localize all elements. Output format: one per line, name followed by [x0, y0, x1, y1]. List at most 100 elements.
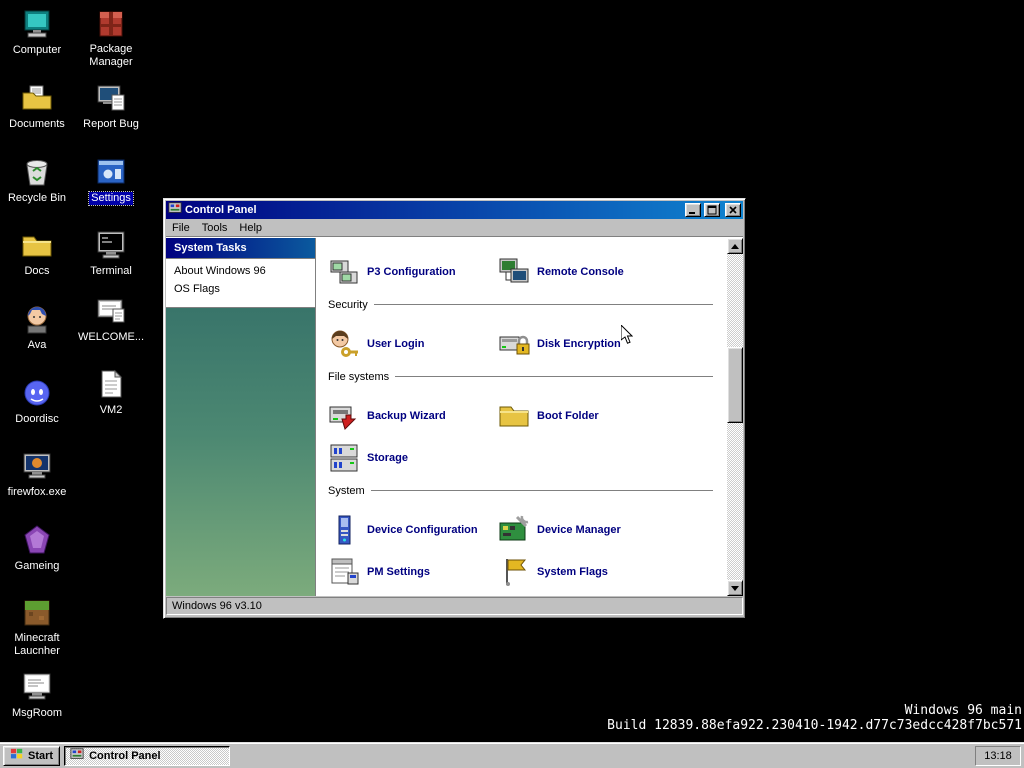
desktop-icon-terminal[interactable]: Terminal — [75, 229, 147, 279]
desktop-icon-recycle-bin[interactable]: Recycle Bin — [1, 156, 73, 206]
menu-help[interactable]: Help — [233, 221, 268, 235]
start-button[interactable]: Start — [3, 745, 61, 766]
cp-item-label: Disk Encryption — [537, 338, 621, 350]
welcome-document-icon — [95, 295, 127, 327]
cp-item-device-manager[interactable]: Device Manager — [498, 514, 621, 546]
window-title: Control Panel — [185, 204, 257, 216]
build-line1: Windows 96 main — [904, 703, 1022, 718]
start-label: Start — [28, 749, 54, 762]
vertical-scrollbar[interactable] — [727, 238, 743, 596]
system-tasks-sidebar: System Tasks About Windows 96 OS Flags — [166, 238, 316, 596]
desktop-icon-msgroom[interactable]: MsgRoom — [1, 671, 73, 721]
taskbar-task-control-panel[interactable]: Control Panel — [64, 745, 231, 766]
settings-icon — [95, 156, 127, 188]
desktop-icon-gameing[interactable]: Gameing — [1, 524, 73, 574]
computer-icon — [21, 8, 53, 40]
menu-file[interactable]: File — [166, 221, 196, 235]
cp-item-boot-folder[interactable]: Boot Folder — [498, 400, 599, 432]
desktop-icon-label: VM2 — [99, 404, 123, 416]
cp-item-user-login[interactable]: User Login — [328, 328, 424, 360]
cp-item-remote-console[interactable]: Remote Console — [498, 256, 624, 288]
control-panel-icon — [168, 201, 182, 220]
cp-item-label: Backup Wizard — [367, 410, 446, 422]
close-button[interactable] — [725, 203, 741, 217]
cp-item-device-configuration[interactable]: Device Configuration — [328, 514, 478, 546]
desktop-icon-settings[interactable]: Settings — [75, 156, 147, 207]
desktop-icon-report-bug[interactable]: Report Bug — [75, 82, 147, 132]
desktop-icon-label: firewfox.exe — [7, 486, 67, 498]
pm-settings-icon — [328, 556, 360, 588]
gameing-icon — [21, 524, 53, 556]
cp-item-label: System Flags — [537, 566, 608, 578]
device-configuration-icon — [328, 514, 360, 546]
recycle-bin-icon — [21, 156, 53, 188]
desktop-icon-label: Package Manager — [89, 43, 133, 69]
maximize-button[interactable] — [704, 203, 720, 217]
disk-encryption-icon — [498, 328, 530, 360]
down-arrow-icon — [731, 585, 739, 591]
firewfox-icon — [21, 450, 53, 482]
control-panel-window: Control Panel File Tools Help System Tas… — [163, 198, 746, 619]
report-bug-icon — [95, 82, 127, 114]
desktop-icon-label: WELCOME... — [78, 331, 145, 343]
desktop-icon-minecraft-launcher[interactable]: Minecraft Laucnher — [1, 597, 73, 659]
desktop-icon-package-manager[interactable]: Package Manager — [75, 8, 147, 70]
cp-item-backup-wizard[interactable]: Backup Wizard — [328, 400, 446, 432]
desktop-icon-label: Doordisc — [15, 413, 59, 425]
cp-item-pm-settings[interactable]: PM Settings — [328, 556, 430, 588]
desktop-icon-label: Ava — [27, 339, 47, 351]
desktop-icon-vm2[interactable]: VM2 — [75, 368, 147, 418]
backup-wizard-icon — [328, 400, 360, 432]
cp-item-system-flags[interactable]: System Flags — [498, 556, 608, 588]
cp-item-label: Device Manager — [537, 524, 621, 536]
build-line2: Build 12839.88efa922.230410-1942.d77c73e… — [607, 718, 1022, 733]
package-manager-icon — [95, 8, 127, 40]
windows-logo-icon — [10, 748, 24, 764]
cp-item-p3-configuration[interactable]: P3 Configuration — [328, 256, 456, 288]
desktop-icon-label: Recycle Bin — [7, 192, 67, 204]
control-panel-items: P3 Configuration Remote Console Security… — [316, 238, 727, 596]
cp-item-disk-encryption[interactable]: Disk Encryption — [498, 328, 621, 360]
window-titlebar[interactable]: Control Panel — [166, 201, 743, 219]
sidebar-link-os-flags[interactable]: OS Flags — [166, 280, 315, 298]
desktop-icon-docs[interactable]: Docs — [1, 229, 73, 279]
desktop-icon-welcome[interactable]: WELCOME... — [75, 295, 147, 345]
cp-item-label: Device Configuration — [367, 524, 478, 536]
sidebar-link-about-windows-96[interactable]: About Windows 96 — [166, 262, 315, 280]
desktop-icon-computer[interactable]: Computer — [1, 8, 73, 58]
device-manager-icon — [498, 514, 530, 546]
desktop-icon-label: Computer — [12, 44, 62, 56]
scroll-down-button[interactable] — [727, 580, 743, 596]
desktop-icon-documents[interactable]: Documents — [1, 82, 73, 132]
desktop-icon-label: MsgRoom — [11, 707, 63, 719]
section-divider — [370, 490, 713, 492]
control-panel-icon — [70, 747, 84, 764]
section-divider — [395, 376, 713, 378]
user-login-icon — [328, 328, 360, 360]
taskbar-clock[interactable]: 13:18 — [975, 746, 1021, 766]
menu-tools[interactable]: Tools — [196, 221, 234, 235]
desktop-icon-label: Minecraft Laucnher — [14, 632, 60, 658]
clock-text: 13:18 — [984, 750, 1012, 762]
system-flags-icon — [498, 556, 530, 588]
screen: Computer Documents Recycle Bin Docs Ava … — [0, 0, 1024, 768]
section-header-system: System — [328, 484, 713, 498]
boot-folder-icon — [498, 400, 530, 432]
cp-item-label: P3 Configuration — [367, 266, 456, 278]
system-tasks-header: System Tasks — [166, 238, 315, 258]
section-header-security: Security — [328, 298, 713, 312]
window-statusbar: Windows 96 v3.10 — [166, 596, 743, 616]
scroll-up-button[interactable] — [727, 238, 743, 254]
desktop-icon-doordisc[interactable]: Doordisc — [1, 377, 73, 427]
cp-item-storage[interactable]: Storage — [328, 442, 408, 474]
cp-item-label: Remote Console — [537, 266, 624, 278]
up-arrow-icon — [731, 243, 739, 249]
minecraft-icon — [21, 597, 53, 629]
scrollbar-thumb[interactable] — [727, 347, 743, 423]
minimize-button[interactable] — [685, 203, 701, 217]
desktop-icon-label: Terminal — [90, 265, 132, 277]
system-tasks-links: About Windows 96 OS Flags — [166, 258, 315, 308]
desktop-icon-firewfox[interactable]: firewfox.exe — [1, 450, 73, 500]
p3-configuration-icon — [328, 256, 360, 288]
desktop-icon-ava[interactable]: Ava — [1, 303, 73, 353]
